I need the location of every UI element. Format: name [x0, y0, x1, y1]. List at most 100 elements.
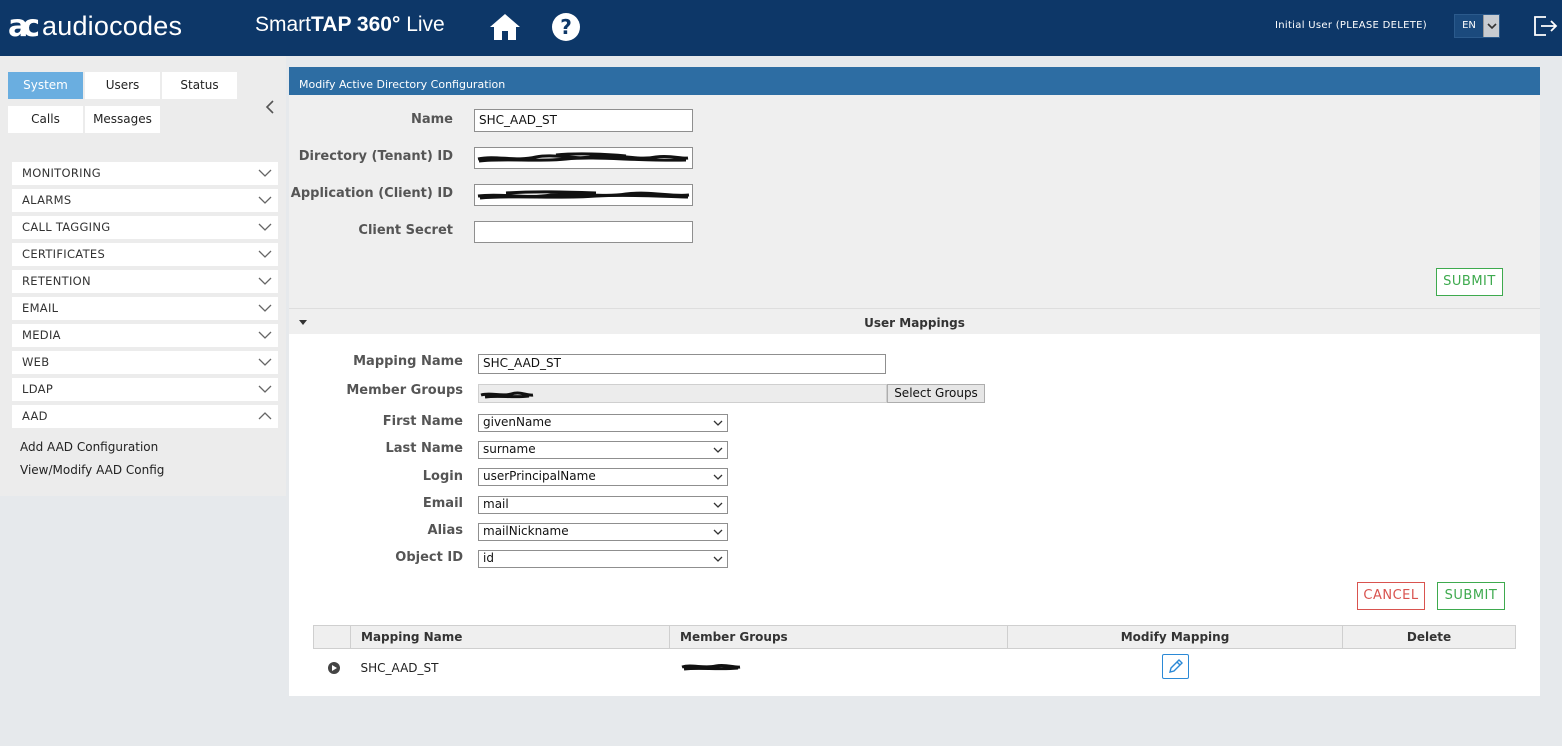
column-header-modify-mapping: Modify Mapping: [1007, 625, 1343, 649]
sidebar-item-web[interactable]: WEB: [12, 351, 278, 374]
redacted-scribble: [681, 664, 740, 671]
sidebar-item-label: MEDIA: [22, 328, 61, 342]
cell-mapping-name: SHC_AAD_ST: [360, 660, 439, 675]
chevron-down-icon: [258, 331, 272, 339]
tenant-id-label: Directory (Tenant) ID: [298, 149, 453, 164]
name-input[interactable]: SHC_AAD_ST: [474, 109, 693, 132]
chevron-down-icon: [713, 474, 723, 480]
chevron-down-icon: [713, 529, 723, 535]
sidebar-item-certificates[interactable]: CERTIFICATES: [12, 243, 278, 266]
select-groups-button[interactable]: Select Groups: [887, 384, 985, 403]
mapping-name-input[interactable]: SHC_AAD_ST: [478, 354, 886, 374]
client-secret-input[interactable]: [474, 221, 693, 243]
column-header-mapping-name: Mapping Name: [350, 625, 670, 649]
cell-member-groups: [670, 649, 1008, 687]
mapping-submit-button[interactable]: SUBMIT: [1437, 582, 1505, 610]
object-id-label: Object ID: [395, 550, 463, 565]
logo-mark: ac: [8, 8, 40, 44]
chevron-down-icon: [258, 196, 272, 204]
redacted-scribble: [477, 152, 689, 163]
chevron-down-icon: [713, 420, 723, 426]
product-title: SmartTAP 360° Live: [255, 13, 445, 37]
config-submit-button[interactable]: SUBMIT: [1436, 268, 1503, 296]
column-header-member-groups: Member Groups: [669, 625, 1008, 649]
left-sidebar: System Users Status Calls Messages MONIT…: [0, 56, 286, 496]
sidebar-item-label: AAD: [22, 409, 48, 423]
cell-delete: [1343, 649, 1516, 687]
tab-calls[interactable]: Calls: [8, 106, 83, 133]
last-name-select[interactable]: surname: [478, 441, 728, 459]
tenant-id-input[interactable]: [474, 147, 693, 169]
pencil-icon: [1168, 659, 1183, 674]
sidebar-item-email[interactable]: EMAIL: [12, 297, 278, 320]
login-value: userPrincipalName: [483, 469, 596, 483]
alias-value: mailNickname: [483, 524, 569, 538]
chevron-down-icon: [258, 304, 272, 312]
chevron-down-icon: [258, 277, 272, 285]
sidebar-item-label: CALL TAGGING: [22, 220, 111, 234]
sidebar-item-call-tagging[interactable]: CALL TAGGING: [12, 216, 278, 239]
chevron-up-icon: [258, 412, 272, 420]
expand-cell: [314, 649, 351, 687]
tab-system[interactable]: System: [8, 72, 83, 99]
user-mappings-header[interactable]: User Mappings: [289, 308, 1540, 334]
audiocodes-logo: ac audiocodes: [8, 8, 182, 44]
user-mappings-section: Mapping Name SHC_AAD_ST Member Groups Se…: [289, 334, 1540, 696]
client-id-input[interactable]: [474, 184, 693, 206]
table-row: SHC_AAD_ST: [314, 649, 1516, 687]
email-select[interactable]: mail: [478, 496, 728, 514]
collapse-sidebar-icon[interactable]: [262, 98, 278, 116]
chevron-down-icon: [713, 447, 723, 453]
sidebar-item-label: LDAP: [22, 382, 54, 396]
member-groups-field: [478, 384, 887, 403]
mapping-name-label: Mapping Name: [353, 354, 463, 369]
sidebar-item-label: RETENTION: [22, 274, 91, 288]
tab-status[interactable]: Status: [162, 72, 237, 99]
product-prefix: Smart: [255, 13, 312, 36]
login-select[interactable]: userPrincipalName: [478, 468, 728, 486]
add-aad-configuration-link[interactable]: Add AAD Configuration: [20, 440, 158, 454]
name-label: Name: [410, 112, 453, 127]
sidebar-item-label: WEB: [22, 355, 50, 369]
chevron-down-icon: [258, 358, 272, 366]
logout-icon[interactable]: [1532, 14, 1558, 38]
svg-text:?: ?: [560, 15, 572, 39]
help-icon[interactable]: ?: [550, 11, 582, 43]
tab-messages[interactable]: Messages: [85, 106, 160, 133]
logo-text: audiocodes: [42, 10, 183, 41]
email-value: mail: [483, 497, 509, 511]
product-suffix: Live: [406, 13, 445, 36]
sidebar-item-ldap[interactable]: LDAP: [12, 378, 278, 401]
sidebar-item-label: MONITORING: [22, 166, 101, 180]
sidebar-item-label: ALARMS: [22, 193, 72, 207]
user-mappings-title: User Mappings: [864, 316, 965, 330]
client-id-label: Application (Client) ID: [290, 186, 453, 201]
cell-modify-mapping: [1008, 649, 1343, 687]
alias-select[interactable]: mailNickname: [478, 523, 728, 541]
sidebar-tabs-row-2: Calls Messages: [8, 106, 160, 133]
column-header-delete: Delete: [1342, 625, 1516, 649]
alias-label: Alias: [427, 523, 463, 538]
expand-row-icon[interactable]: [327, 661, 340, 674]
sidebar-item-monitoring[interactable]: MONITORING: [12, 162, 278, 185]
chevron-down-icon: [713, 556, 723, 562]
chevron-down-icon: [258, 250, 272, 258]
sidebar-item-retention[interactable]: RETENTION: [12, 270, 278, 293]
chevron-down-icon: [258, 223, 272, 231]
sidebar-item-label: CERTIFICATES: [22, 247, 106, 261]
object-id-select[interactable]: id: [478, 550, 728, 568]
edit-mapping-button[interactable]: [1161, 654, 1189, 680]
tab-users[interactable]: Users: [85, 72, 160, 99]
sidebar-item-aad[interactable]: AAD: [12, 405, 278, 428]
current-user-label[interactable]: Initial User (PLEASE DELETE): [1275, 20, 1427, 31]
sidebar-item-alarms[interactable]: ALARMS: [12, 189, 278, 212]
table-header-row: Mapping Name Member Groups Modify Mappin…: [313, 625, 1516, 649]
sidebar-item-media[interactable]: MEDIA: [12, 324, 278, 347]
cancel-button[interactable]: CANCEL: [1357, 582, 1425, 610]
first-name-select[interactable]: givenName: [478, 414, 728, 432]
email-label: Email: [422, 496, 463, 511]
language-select[interactable]: EN: [1454, 14, 1500, 38]
home-icon[interactable]: [489, 11, 521, 43]
language-value: EN: [1462, 20, 1476, 31]
view-modify-aad-config-link[interactable]: View/Modify AAD Config: [20, 463, 164, 477]
